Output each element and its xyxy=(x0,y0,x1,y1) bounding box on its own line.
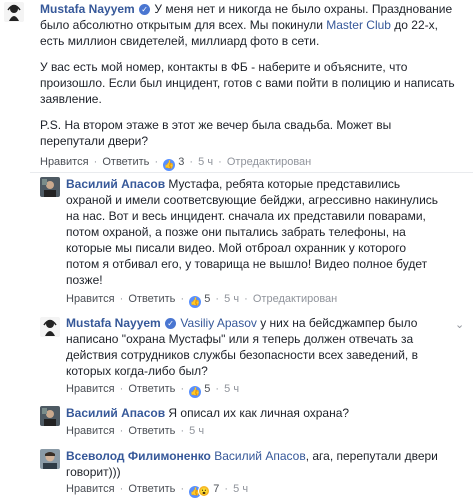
reaction-count[interactable]: 5 xyxy=(204,383,210,395)
timestamp[interactable]: 5 ч xyxy=(224,383,239,395)
timestamp[interactable]: 5 ч xyxy=(224,293,239,305)
comment-author[interactable]: Василий Апасов xyxy=(66,177,165,191)
comment-text-line: написано "охрана Мустафы" или я теперь д… xyxy=(66,332,414,346)
edited-label[interactable]: Отредактирован xyxy=(253,293,337,305)
reaction-count[interactable]: 7 xyxy=(213,483,219,495)
like-link[interactable]: Нравится xyxy=(66,383,115,395)
separator: · xyxy=(180,483,185,495)
reply-link[interactable]: Ответить xyxy=(128,425,175,437)
comment-text-line: произошло. Если был инцидент, готов с ва… xyxy=(40,76,455,90)
like-link[interactable]: Нравится xyxy=(66,425,115,437)
edited-label[interactable]: Отредактирован xyxy=(227,156,311,168)
separator: · xyxy=(93,156,98,168)
mention-link[interactable]: Master Club xyxy=(326,18,391,32)
comment-text-line: у них на бейсджампер было xyxy=(256,316,418,330)
comment-text-line: потом я отбивал его, у товарища не вышло… xyxy=(66,257,428,271)
comment-body: Василий Апасов Мустафа, ребята которые п… xyxy=(66,176,466,288)
comment-text-line: У меня нет и никогда не было охраны. Пра… xyxy=(154,2,453,16)
comment-body: Mustafa Nayyem ✓ Vasiliy Apasov у них на… xyxy=(66,315,446,379)
timestamp[interactable]: 5 ч xyxy=(189,425,204,437)
separator: · xyxy=(154,156,159,168)
comment-text-line: охраной и имели соответсвующие бейджи, а… xyxy=(66,193,439,207)
mention-link[interactable]: Василий Апасов xyxy=(214,449,305,463)
separator: · xyxy=(119,483,124,495)
mention-link[interactable]: Vasiliy Apasov xyxy=(180,316,256,330)
comment-text-line: до 22-х, xyxy=(390,18,438,32)
avatar[interactable] xyxy=(40,406,60,426)
separator: · xyxy=(215,383,220,395)
separator: · xyxy=(189,156,194,168)
comment-meta: Нравится · Ответить · 👍😮 7 · 5 ч xyxy=(66,482,248,498)
comment-body: Всеволод Филимоненко Василий Апасов, ага… xyxy=(66,448,456,480)
comment-body: Mustafa Nayyem ✓ У меня нет и никогда не… xyxy=(40,1,465,149)
wow-emoji-icon[interactable]: 😮 xyxy=(198,485,211,497)
separator: · xyxy=(180,293,185,305)
like-link[interactable]: Нравится xyxy=(66,293,115,305)
comment-text-line: заявление. xyxy=(40,92,102,106)
thumbs-up-icon[interactable]: 👍 xyxy=(189,386,202,398)
comment-text-line: У вас есть мой номер, контакты в ФБ - на… xyxy=(40,60,408,74)
comment-text-line: позже! xyxy=(66,273,103,287)
comment-text-line: было абсолютно открытым для всех. Мы пок… xyxy=(40,18,327,32)
separator: · xyxy=(218,156,222,168)
comment-text-line: которых когда-либо был? xyxy=(66,364,208,378)
reply-link[interactable]: Ответить xyxy=(128,483,175,495)
avatar[interactable] xyxy=(40,317,60,337)
comment-text-line: которые мы писали видео. Мой отброал охр… xyxy=(66,241,407,255)
comment-meta: Нравится · Ответить · 👍 3 · 5 ч · Отреда… xyxy=(40,155,311,171)
comment-text-line: Я описал их как личная охрана? xyxy=(168,406,350,420)
comment-meta: Нравится · Ответить · 👍 5 · 5 ч xyxy=(66,382,239,398)
timestamp[interactable]: 5 ч xyxy=(198,156,213,168)
comment-text-line: на нас. Вот и весь инцидент. сначала их … xyxy=(66,209,426,223)
separator: · xyxy=(119,425,124,437)
comment-author[interactable]: Mustafa Nayyem xyxy=(40,2,135,16)
like-link[interactable]: Нравится xyxy=(66,483,115,495)
separator: · xyxy=(119,383,124,395)
avatar[interactable] xyxy=(40,177,60,197)
comment-author[interactable]: Василий Апасов xyxy=(66,406,165,420)
separator: · xyxy=(119,293,124,305)
avatar[interactable] xyxy=(40,449,60,469)
comment-meta: Нравится · Ответить · 5 ч xyxy=(66,424,204,438)
reaction-count[interactable]: 5 xyxy=(204,293,210,305)
thumbs-up-icon[interactable]: 👍 xyxy=(163,159,176,171)
reply-link[interactable]: Ответить xyxy=(128,293,175,305)
separator: · xyxy=(180,383,185,395)
comment-text-line: перепутали двери? xyxy=(40,134,149,148)
comment-text-line: потом охраной, а позже они пытались забр… xyxy=(66,225,406,239)
separator: · xyxy=(180,425,185,437)
comment-body: Василий Апасов Я описал их как личная ох… xyxy=(66,405,466,421)
separator: · xyxy=(224,483,229,495)
comment-text-line: , ага, перепутали двери xyxy=(305,449,438,463)
comment-text-line: действия сотрудников службы безопасности… xyxy=(66,348,418,362)
comment-author[interactable]: Всеволод Филимоненко xyxy=(66,449,211,463)
separator: · xyxy=(244,293,248,305)
chevron-down-icon[interactable]: ⌄ xyxy=(455,318,464,331)
check-badge-icon: ✓ xyxy=(139,4,151,15)
comment-text-line: есть миллион свидетелей, миллиард фото в… xyxy=(40,34,320,48)
separator: · xyxy=(215,293,220,305)
check-badge-icon: ✓ xyxy=(165,318,177,329)
comment-author[interactable]: Mustafa Nayyem xyxy=(66,316,161,330)
reply-link[interactable]: Ответить xyxy=(102,156,149,168)
like-link[interactable]: Нравится xyxy=(40,156,89,168)
timestamp[interactable]: 5 ч xyxy=(233,483,248,495)
comment-text-line: говорит))) xyxy=(66,465,121,479)
comment-text-line: P.S. На втором этаже в этот же вечер был… xyxy=(40,118,392,132)
avatar[interactable] xyxy=(4,2,24,22)
divider xyxy=(30,172,473,173)
thumbs-up-icon[interactable]: 👍 xyxy=(189,296,202,308)
comment-text-line: Мустафа, ребята которые представились xyxy=(168,177,401,191)
reaction-count[interactable]: 3 xyxy=(178,156,184,168)
reply-link[interactable]: Ответить xyxy=(128,383,175,395)
comment-meta: Нравится · Ответить · 👍 5 · 5 ч · Отреда… xyxy=(66,292,337,308)
